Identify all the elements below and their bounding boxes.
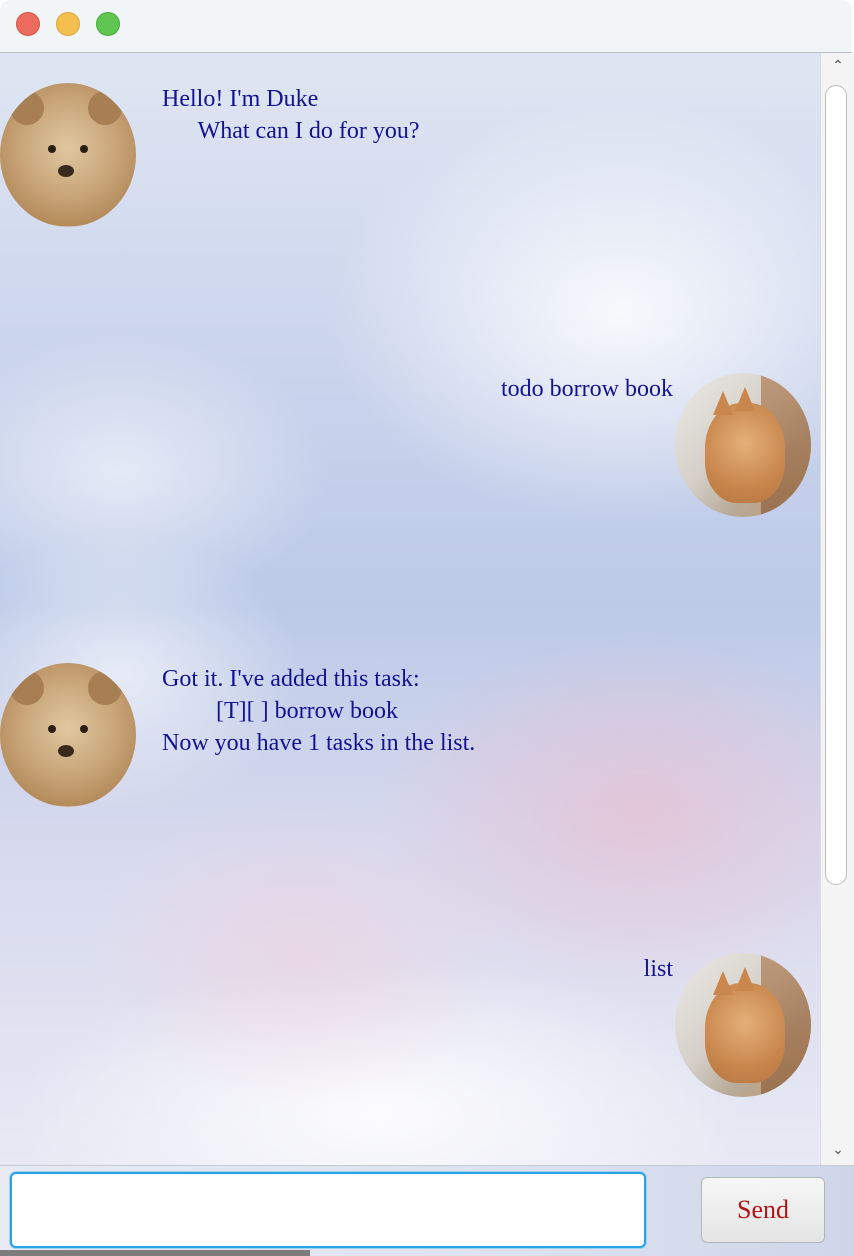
duke-avatar-image (0, 663, 136, 807)
scroll-up-arrow-icon[interactable]: ⌃ (830, 59, 846, 73)
duke-avatar-image (0, 83, 136, 227)
message-input[interactable] (10, 1172, 646, 1248)
duke-message-text: Hello! I'm Duke What can I do for you? (162, 86, 420, 144)
chat-scrollbar[interactable]: ⌃ ⌄ (820, 53, 854, 1165)
duke-message-text: Got it. I've added this task: [T][ ] bor… (162, 666, 476, 756)
close-window-button[interactable] (16, 12, 40, 36)
input-bar: Send (0, 1165, 854, 1256)
minimize-window-button[interactable] (56, 12, 80, 36)
user-message-text: list (643, 956, 673, 982)
scrollbar-thumb[interactable] (825, 85, 847, 885)
zoom-window-button[interactable] (96, 12, 120, 36)
scroll-down-arrow-icon[interactable]: ⌄ (830, 1143, 846, 1157)
user-avatar-image (675, 953, 811, 1097)
send-button[interactable]: Send (701, 1177, 825, 1243)
window-titlebar (0, 0, 852, 53)
user-message-text: todo borrow book (501, 376, 673, 402)
chat-dialog-area[interactable]: Hello! I'm Duke What can I do for you? t… (0, 53, 820, 1165)
user-avatar-image (675, 373, 811, 517)
window-bottom-edge (0, 1250, 310, 1256)
